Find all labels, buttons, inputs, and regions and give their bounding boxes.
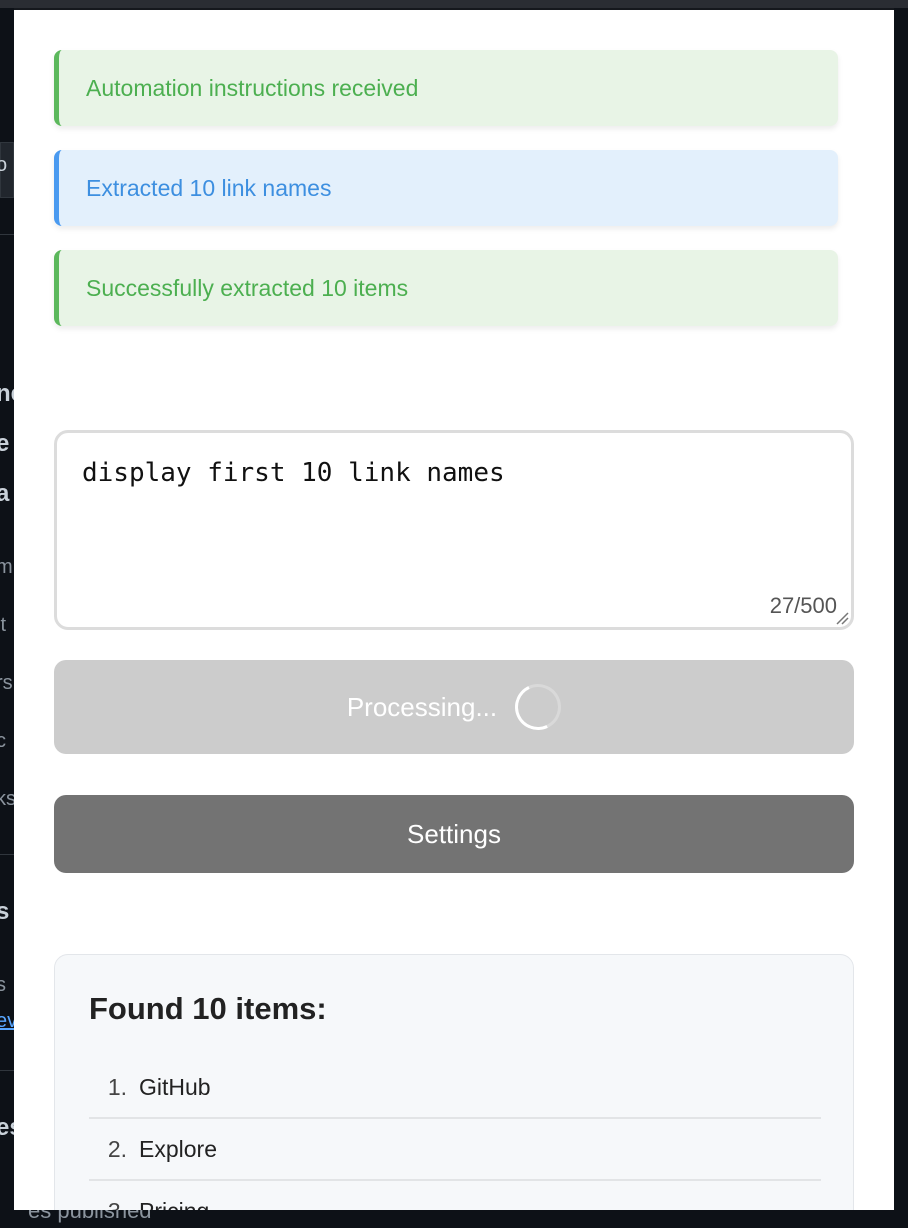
browser-top-bar [0, 0, 908, 8]
list-item: 1. GitHub [89, 1057, 821, 1119]
background-text-fragment: o [0, 154, 8, 176]
processing-button[interactable]: Processing... [54, 660, 854, 754]
settings-button[interactable]: Settings [54, 795, 854, 873]
alert-extracted-links: Extracted 10 link names [54, 150, 838, 226]
alert-text: Successfully extracted 10 items [86, 274, 409, 301]
resize-handle-icon[interactable] [835, 611, 849, 625]
background-text-fragment: e [0, 430, 10, 457]
background-page-right-strip [894, 8, 908, 1228]
background-text-fragment: c [0, 730, 6, 752]
background-footer-text: es published [28, 1210, 152, 1223]
list-item-name: GitHub [139, 1073, 211, 1100]
background-text-fragment: rs [0, 672, 13, 694]
background-link-fragment[interactable]: ev [0, 1010, 14, 1033]
background-text-fragment: s [0, 974, 6, 996]
alert-text: Automation instructions received [86, 74, 419, 101]
processing-button-label: Processing... [346, 691, 498, 722]
background-divider [0, 1070, 14, 1071]
settings-button-label: Settings [407, 818, 501, 849]
list-item: 3. Pricing [89, 1181, 821, 1211]
character-counter: 27/500 [769, 593, 837, 618]
command-input-value[interactable]: display first 10 link names [82, 458, 505, 488]
list-item-number: 3. [89, 1198, 139, 1211]
background-text-fragment: ks [0, 788, 14, 810]
background-text-fragment: ne [0, 380, 14, 407]
list-item-name: Explore [139, 1135, 217, 1162]
list-item: 2. Explore [89, 1119, 821, 1181]
list-item-name: Pricing [139, 1198, 209, 1211]
results-title: Found 10 items: [89, 991, 327, 1026]
loading-spinner-icon [508, 677, 568, 737]
background-divider [0, 854, 14, 855]
background-text-fragment: s [0, 898, 10, 925]
automation-popup-panel: Automation instructions received Extract… [14, 10, 894, 1210]
alert-extraction-success: Successfully extracted 10 items [54, 250, 838, 326]
list-item-number: 2. [107, 1135, 127, 1162]
results-panel: Found 10 items: 1. GitHub 2. Explore 3. … [54, 954, 854, 1210]
alert-text: Extracted 10 link names [86, 174, 332, 201]
command-input[interactable]: display first 10 link names 27/500 [54, 430, 854, 630]
background-text-fragment: es [0, 1114, 14, 1141]
background-divider [0, 234, 14, 235]
alert-instructions-received: Automation instructions received [54, 50, 838, 126]
background-text-fragment: it [0, 614, 6, 636]
background-text-fragment: m [0, 556, 13, 578]
background-text-fragment: a [0, 480, 10, 507]
list-item-number: 1. [107, 1073, 127, 1100]
results-list: 1. GitHub 2. Explore 3. Pricing [89, 1057, 821, 1210]
background-page-left-strip: o ne e a m it rs c ks s s ev es [0, 8, 14, 1228]
background-page-bottom-strip: es published [14, 1210, 894, 1228]
